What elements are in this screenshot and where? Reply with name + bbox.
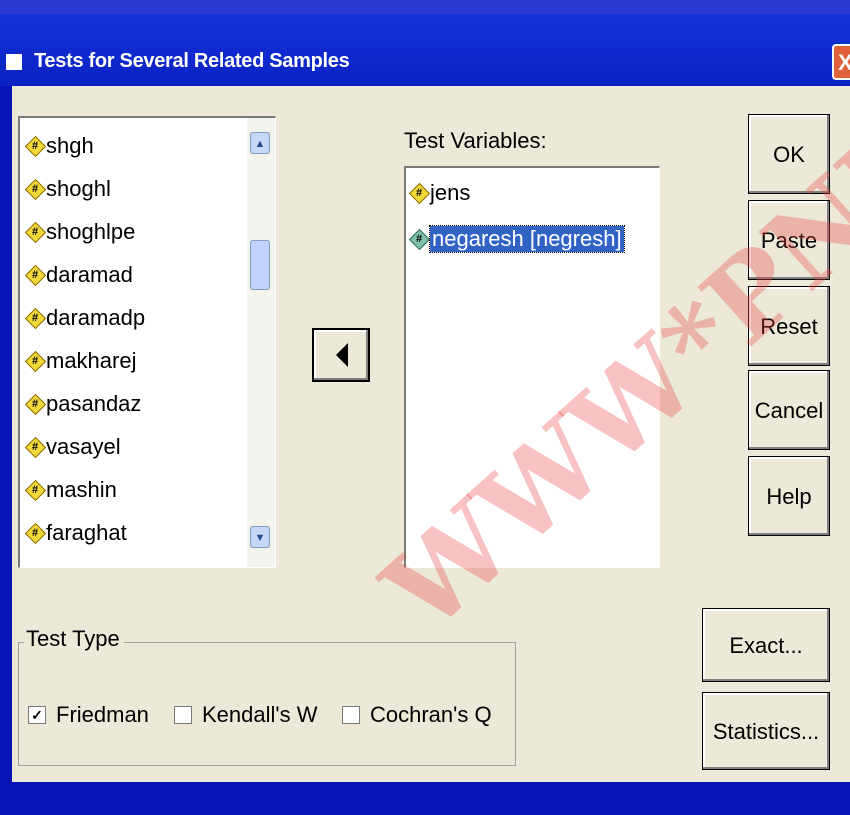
window-left-edge (0, 86, 12, 782)
scale-variable-icon: # (24, 393, 47, 416)
source-variable-list[interactable]: # shgh # shoghl # shoghlpe # daramad # d… (18, 116, 276, 568)
list-item[interactable]: # shgh (24, 126, 94, 166)
cochrans-q-checkbox[interactable]: Cochran's Q (342, 700, 492, 730)
friedman-label: Friedman (56, 702, 149, 727)
test-variable-item[interactable]: # jens (408, 174, 471, 212)
list-item[interactable]: # pasandaz (24, 384, 142, 424)
scroll-down-icon[interactable]: ▼ (250, 526, 270, 548)
list-item-label: makharej (46, 348, 137, 373)
checkbox-unchecked-icon[interactable] (342, 706, 360, 724)
scale-variable-icon: # (408, 182, 431, 205)
list-item-label: mashin (46, 477, 117, 502)
close-button[interactable]: X (832, 44, 850, 80)
title-bar: Tests for Several Related Samples X (0, 14, 850, 86)
list-item-label: shoghlpe (46, 219, 136, 244)
list-item[interactable]: # vasayel (24, 427, 121, 467)
list-item-label: shgh (46, 133, 94, 158)
checkbox-checked-icon[interactable]: ✓ (28, 706, 46, 724)
scale-variable-icon: # (24, 264, 47, 287)
list-item[interactable]: # shoghlpe (24, 212, 136, 252)
list-item-label: daramad (46, 262, 133, 287)
scale-variable-icon: # (408, 228, 431, 251)
list-item[interactable]: # makharej (24, 341, 137, 381)
test-variable-item-selected[interactable]: # negaresh [negresh] (408, 220, 625, 258)
paste-button[interactable]: Paste (748, 200, 830, 280)
scale-variable-icon: # (24, 178, 47, 201)
test-variable-label: jens (430, 180, 471, 205)
list-item-label: faraghat (46, 520, 127, 545)
reset-button[interactable]: Reset (748, 286, 830, 366)
list-item[interactable]: # shoghl (24, 169, 111, 209)
scale-variable-icon: # (24, 479, 47, 502)
window-menu-icon[interactable] (6, 54, 22, 70)
scale-variable-icon: # (24, 436, 47, 459)
scale-variable-icon: # (24, 350, 47, 373)
window-title: Tests for Several Related Samples (34, 50, 350, 72)
test-variables-list[interactable]: # jens # negaresh [negresh] (404, 166, 660, 568)
checkbox-unchecked-icon[interactable] (174, 706, 192, 724)
scale-variable-icon: # (24, 221, 47, 244)
exact-button[interactable]: Exact... (702, 608, 830, 682)
list-item-label: shoghl (46, 176, 111, 201)
test-variable-label: negaresh [negresh] (429, 225, 625, 253)
top-strip (0, 0, 850, 14)
friedman-checkbox[interactable]: ✓ Friedman (28, 700, 149, 730)
cochrans-q-label: Cochran's Q (370, 702, 492, 727)
move-left-arrow-icon (336, 343, 348, 367)
window-bottom-edge (0, 782, 850, 815)
list-item-label: pasandaz (46, 391, 142, 416)
list-item[interactable]: # faraghat (24, 513, 127, 553)
kendalls-w-checkbox[interactable]: Kendall's W (174, 700, 317, 730)
move-variable-button[interactable] (312, 328, 370, 382)
vertical-scrollbar[interactable]: ▲ ▼ (247, 118, 275, 567)
scale-variable-icon: # (24, 135, 47, 158)
list-item[interactable]: # daramadp (24, 298, 146, 338)
test-variables-label: Test Variables: (404, 128, 547, 153)
cancel-button[interactable]: Cancel (748, 370, 830, 450)
ok-button[interactable]: OK (748, 114, 830, 194)
list-item[interactable]: # daramad (24, 255, 133, 295)
help-button[interactable]: Help (748, 456, 830, 536)
list-item-label: daramadp (46, 305, 146, 330)
list-item[interactable]: # mashin (24, 470, 117, 510)
kendalls-w-label: Kendall's W (202, 702, 318, 727)
scale-variable-icon: # (24, 307, 47, 330)
statistics-button[interactable]: Statistics... (702, 692, 830, 770)
scroll-thumb[interactable] (250, 240, 270, 290)
scale-variable-icon: # (24, 522, 47, 545)
test-type-legend: Test Type (24, 626, 124, 652)
list-item-label: vasayel (46, 434, 121, 459)
scroll-up-icon[interactable]: ▲ (250, 132, 270, 154)
